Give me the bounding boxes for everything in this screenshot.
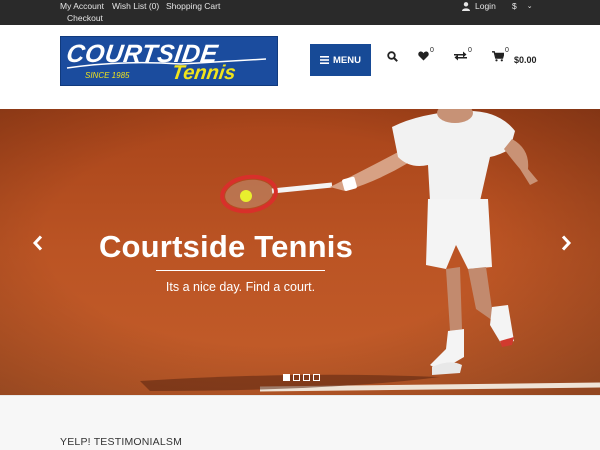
checkout-link[interactable]: Checkout bbox=[67, 13, 103, 23]
compare-button[interactable]: 0 bbox=[454, 47, 472, 61]
menu-label: MENU bbox=[333, 54, 361, 66]
hero-subtitle: Its a nice day. Find a court. bbox=[165, 280, 316, 294]
hero-title: Courtside Tennis bbox=[98, 229, 354, 264]
wish-list-link[interactable]: Wish List (0) bbox=[112, 1, 159, 11]
slider-dot-2[interactable] bbox=[293, 374, 300, 381]
logo-graphic: COURTSIDE SINCE 1985 Tennis bbox=[61, 37, 277, 85]
slider-dot-4[interactable] bbox=[313, 374, 320, 381]
cart-icon bbox=[492, 51, 504, 62]
shopping-cart-link[interactable]: Shopping Cart bbox=[166, 1, 220, 11]
top-bar: My Account Wish List (0) Shopping Cart C… bbox=[0, 0, 600, 25]
search-icon bbox=[387, 51, 398, 62]
slider-next-button[interactable] bbox=[560, 233, 572, 255]
bars-icon bbox=[320, 56, 329, 64]
slider-dot-1[interactable] bbox=[283, 374, 290, 381]
heart-icon bbox=[418, 51, 429, 61]
wishlist-count: 0 bbox=[430, 47, 434, 54]
testimonials-section: YELP! TESTIMONIALSM bbox=[0, 395, 600, 450]
cart-total[interactable]: $0.00 bbox=[514, 55, 537, 65]
compare-count: 0 bbox=[468, 47, 472, 54]
chevron-down-icon: ⌄ bbox=[526, 3, 533, 10]
wishlist-button[interactable]: 0 bbox=[418, 47, 434, 61]
login-label: Login bbox=[475, 1, 496, 11]
slider-dot-3[interactable] bbox=[303, 374, 310, 381]
site-header: COURTSIDE SINCE 1985 Tennis MENU 0 0 0 $… bbox=[0, 25, 600, 109]
chevron-right-icon bbox=[561, 235, 572, 251]
compare-icon bbox=[454, 51, 467, 61]
login-link[interactable]: Login bbox=[462, 1, 496, 11]
currency-dropdown[interactable]: $ ⌄ bbox=[512, 1, 533, 11]
hero-slider: Courtside Tennis Its a nice day. Find a … bbox=[0, 109, 600, 395]
menu-button[interactable]: MENU bbox=[310, 44, 371, 76]
slider-pagination bbox=[283, 374, 320, 381]
logo-tennis: Tennis bbox=[170, 62, 237, 84]
testimonials-heading: YELP! TESTIMONIALSM bbox=[60, 436, 183, 448]
cart-button[interactable]: 0 bbox=[492, 47, 509, 62]
logo-since: SINCE 1985 bbox=[85, 71, 130, 80]
courtside-tennis-logo[interactable]: COURTSIDE SINCE 1985 Tennis bbox=[60, 36, 278, 86]
my-account-link[interactable]: My Account bbox=[60, 1, 104, 11]
hero-divider bbox=[156, 270, 325, 271]
user-icon bbox=[462, 1, 470, 11]
search-button[interactable] bbox=[387, 51, 398, 62]
currency-symbol: $ bbox=[512, 1, 517, 11]
cart-count: 0 bbox=[505, 47, 509, 54]
